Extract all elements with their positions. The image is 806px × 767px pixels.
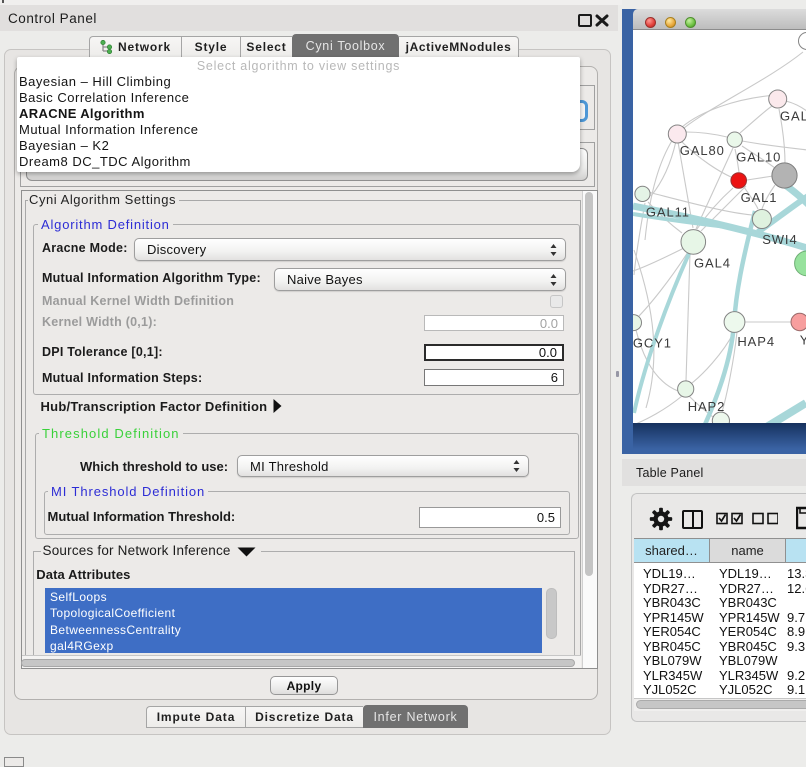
svg-text:GAL4: GAL4 bbox=[694, 255, 731, 270]
svg-text:GAL7: GAL7 bbox=[780, 109, 806, 124]
svg-text:GAL10: GAL10 bbox=[736, 149, 781, 164]
svg-text:HAP4: HAP4 bbox=[737, 334, 775, 349]
svg-text:GAL80: GAL80 bbox=[680, 143, 725, 158]
svg-text:SWI4: SWI4 bbox=[762, 232, 797, 247]
svg-text:GAL1: GAL1 bbox=[741, 190, 778, 205]
svg-text:HAP2: HAP2 bbox=[688, 399, 726, 414]
svg-text:YM: YM bbox=[800, 332, 806, 347]
svg-text:GCY1: GCY1 bbox=[633, 335, 672, 350]
svg-text:GAL11: GAL11 bbox=[646, 205, 690, 220]
